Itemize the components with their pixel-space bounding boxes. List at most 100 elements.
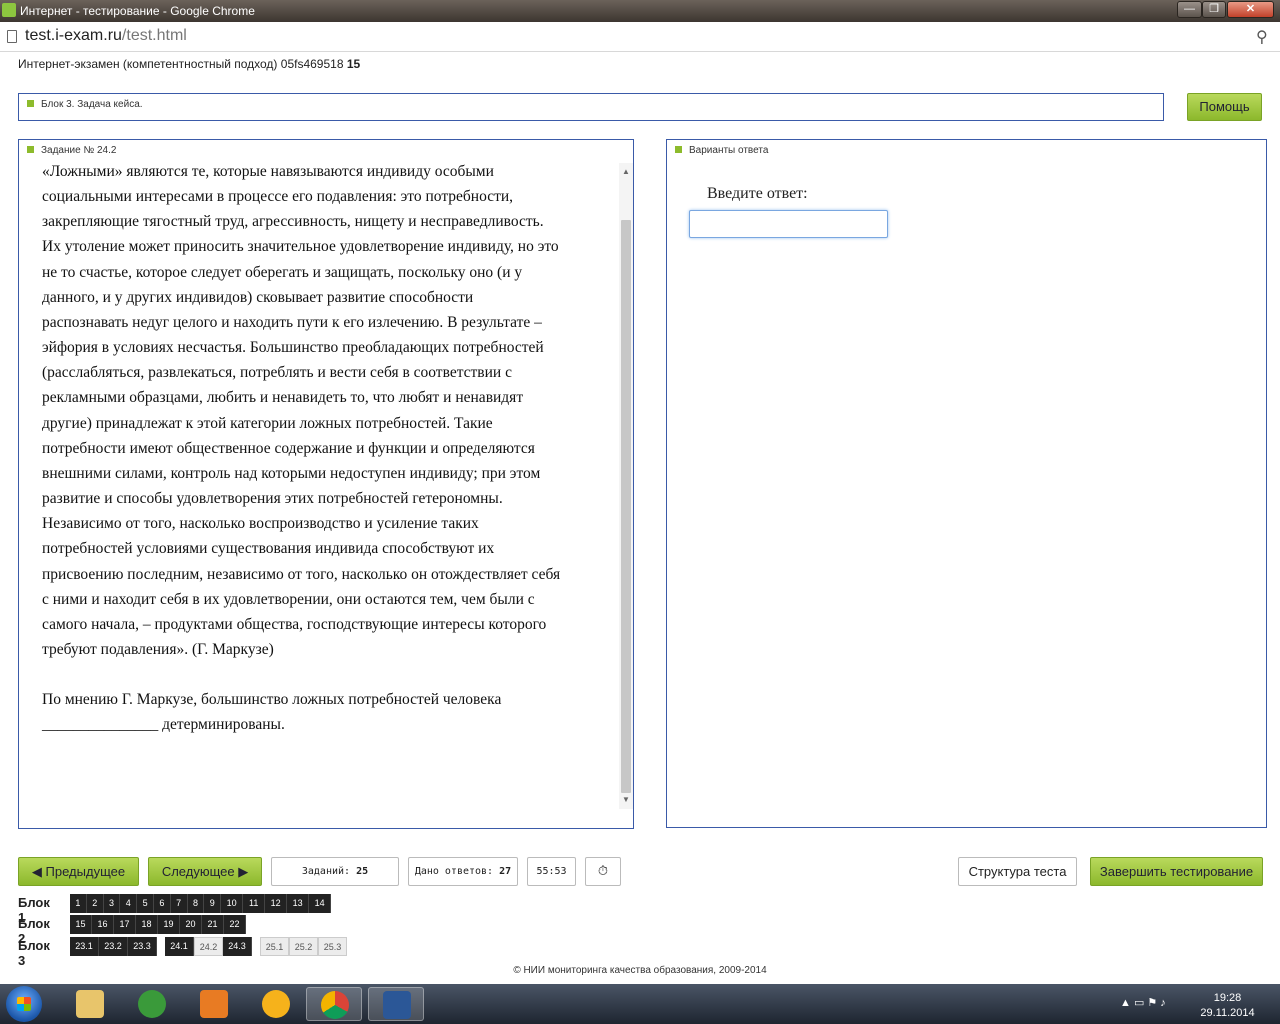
cell-gap: [252, 937, 260, 956]
exam-number: 15: [346, 57, 361, 71]
task-cell-1[interactable]: 1: [70, 894, 87, 913]
tasks-count-box: Заданий: 25: [271, 857, 399, 886]
exam-title: Интернет-экзамен (компетентностный подхо…: [18, 57, 344, 71]
task-cell-5[interactable]: 5: [137, 894, 154, 913]
cell-gap: [157, 937, 165, 956]
task-text: «Ложными» являются те, которые навязываю…: [42, 159, 562, 737]
taskbar-explorer[interactable]: [62, 987, 118, 1021]
task-cell-10[interactable]: 10: [221, 894, 244, 913]
answer-panel: Варианты ответа Введите ответ:: [666, 139, 1267, 828]
window-title: Интернет - тестирование - Google Chrome: [20, 4, 255, 18]
task-cell-11[interactable]: 11: [243, 894, 266, 913]
task-cell-25.2[interactable]: 25.2: [289, 937, 318, 956]
answers-count: 27: [499, 866, 512, 877]
zoom-icon[interactable]: ⚲: [1256, 27, 1268, 47]
address-bar[interactable]: test.i-exam.ru/test.html ⚲: [0, 22, 1280, 52]
task-paragraph: «Ложными» являются те, которые навязываю…: [42, 163, 561, 658]
mail-agent-icon: [262, 990, 290, 1018]
taskbar-mail[interactable]: [248, 987, 304, 1021]
clock[interactable]: 19:28 29.11.2014: [1190, 991, 1265, 1021]
task-cell-24.2[interactable]: 24.2: [194, 937, 223, 956]
clock-date: 29.11.2014: [1200, 1007, 1255, 1019]
finish-test-button[interactable]: Завершить тестирование: [1090, 857, 1263, 886]
clock-icon[interactable]: ⏱: [585, 857, 621, 886]
task-cell-7[interactable]: 7: [170, 894, 188, 913]
tasks-count: 25: [356, 866, 369, 877]
task-cell-24.1[interactable]: 24.1: [165, 937, 194, 956]
task-cell-14[interactable]: 14: [309, 894, 332, 913]
taskbar: ▲ ▭ ⚑ ♪ 19:28 29.11.2014: [0, 984, 1280, 1024]
clock-time: 19:28: [1213, 992, 1242, 1004]
green-square-icon: [27, 146, 34, 153]
url-host: test.i-exam.ru: [25, 27, 122, 44]
task-panel: «Ложными» являются те, которые навязываю…: [18, 139, 634, 829]
task-cell-23.2[interactable]: 23.2: [99, 937, 128, 956]
task-label: Задание № 24.2: [27, 145, 116, 156]
task-cell-12[interactable]: 12: [265, 894, 288, 913]
task-question: По мнению Г. Маркузе, большинство ложных…: [42, 691, 502, 734]
block-3-cells: 23.1 23.2 23.3 24.1 24.2 24.3 25.1 25.2 25.3: [70, 937, 347, 956]
taskbar-media-player[interactable]: [186, 987, 242, 1021]
minimize-button[interactable]: —: [1177, 1, 1202, 18]
green-square-icon: [675, 146, 682, 153]
task-scrollbar[interactable]: ▲ ▼: [619, 163, 633, 809]
url-path: /test.html: [121, 27, 187, 44]
block-label: Блок 3. Задача кейса.: [27, 99, 143, 110]
task-cell-25.1[interactable]: 25.1: [260, 937, 289, 956]
scroll-thumb[interactable]: [621, 220, 631, 793]
system-tray[interactable]: ▲ ▭ ⚑ ♪: [1120, 996, 1166, 1009]
task-cell-8[interactable]: 8: [187, 894, 205, 913]
help-button[interactable]: Помощь: [1187, 93, 1262, 121]
task-cell-17[interactable]: 17: [114, 915, 136, 934]
task-cell-22[interactable]: 22: [224, 915, 246, 934]
block-row-label: Блок 3: [18, 938, 50, 968]
folder-icon: [76, 990, 104, 1018]
start-button[interactable]: [6, 986, 42, 1022]
maximize-button[interactable]: ❐: [1202, 1, 1226, 18]
task-cell-13[interactable]: 13: [287, 894, 310, 913]
taskbar-chrome[interactable]: [306, 987, 362, 1021]
close-button[interactable]: ✕: [1227, 1, 1274, 18]
task-cell-20[interactable]: 20: [180, 915, 202, 934]
taskbar-word[interactable]: [368, 987, 424, 1021]
green-square-icon: [27, 100, 34, 107]
chevron-left-icon: ◀: [31, 864, 46, 879]
scroll-down-arrow-icon[interactable]: ▼: [619, 793, 633, 807]
block-bar: Блок 3. Задача кейса.: [18, 93, 1164, 121]
task-cell-3[interactable]: 3: [103, 894, 121, 913]
test-structure-button[interactable]: Структура теста: [958, 857, 1077, 886]
timer: 55:53: [527, 857, 576, 886]
answer-input[interactable]: [689, 210, 888, 238]
block-1-cells: 1 2 3 4 5 6 7 8 9 10 11 12 13 14: [70, 894, 332, 913]
task-cell-6[interactable]: 6: [153, 894, 171, 913]
media-player-icon: [200, 990, 228, 1018]
task-cell-4[interactable]: 4: [120, 894, 138, 913]
answer-prompt: Введите ответ:: [707, 185, 808, 202]
exam-header: Интернет-экзамен (компетентностный подхо…: [18, 57, 360, 71]
task-cell-21[interactable]: 21: [202, 915, 224, 934]
task-cell-15[interactable]: 15: [70, 915, 92, 934]
chevron-right-icon: ▶: [234, 864, 249, 879]
chrome-icon: [321, 991, 349, 1019]
app-icon: [2, 3, 16, 17]
scroll-up-arrow-icon[interactable]: ▲: [619, 165, 633, 179]
footer: © НИИ мониторинга качества образования, …: [513, 965, 767, 976]
page-icon: [7, 30, 17, 43]
task-cell-24.3[interactable]: 24.3: [223, 937, 252, 956]
word-icon: [383, 991, 411, 1019]
next-button[interactable]: Следующее ▶: [148, 857, 262, 886]
task-cell-18[interactable]: 18: [136, 915, 158, 934]
block-2-cells: 15 16 17 18 19 20 21 22: [70, 915, 246, 934]
answers-count-box: Дано ответов: 27: [408, 857, 518, 886]
task-cell-9[interactable]: 9: [204, 894, 222, 913]
task-cell-23.3[interactable]: 23.3: [128, 937, 157, 956]
task-cell-25.3[interactable]: 25.3: [318, 937, 347, 956]
taskbar-utorrent[interactable]: [124, 987, 180, 1021]
task-cell-19[interactable]: 19: [158, 915, 180, 934]
task-cell-23.1[interactable]: 23.1: [70, 937, 99, 956]
window-title-bar: Интернет - тестирование - Google Chrome …: [0, 0, 1280, 22]
task-cell-2[interactable]: 2: [86, 894, 104, 913]
url-text[interactable]: test.i-exam.ru/test.html: [25, 27, 187, 45]
previous-button[interactable]: ◀ Предыдущее: [18, 857, 139, 886]
task-cell-16[interactable]: 16: [92, 915, 114, 934]
